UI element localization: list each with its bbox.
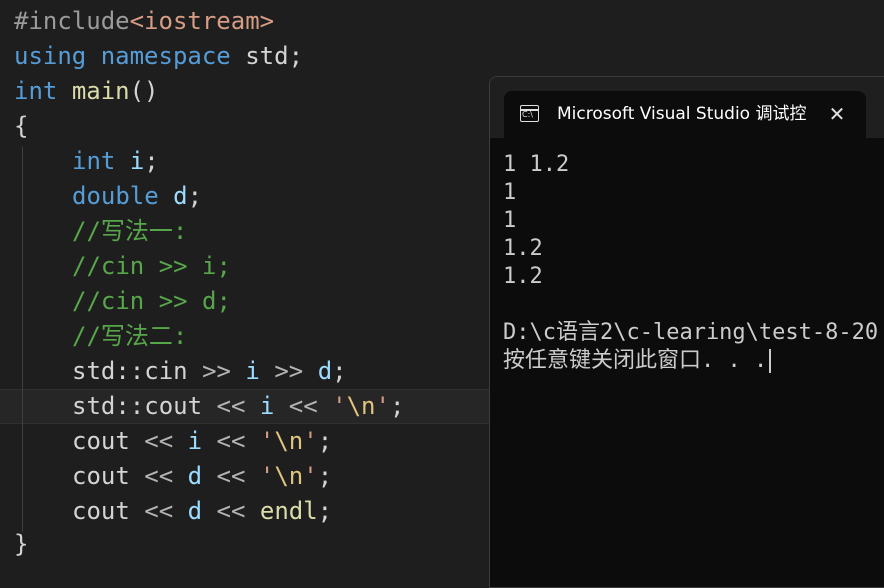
- char-quote: ': [303, 462, 318, 490]
- variable: d: [173, 182, 188, 210]
- parentheses: (): [129, 77, 159, 105]
- comment-line: //cin >> i;: [72, 252, 231, 280]
- function-name: main: [71, 77, 130, 105]
- close-brace: }: [14, 530, 29, 558]
- stream-object: cin: [144, 357, 188, 385]
- console-output-line: 1: [503, 208, 517, 233]
- char-quote: ': [303, 427, 318, 455]
- comment-line: //写法二:: [72, 322, 188, 350]
- namespace-name: std: [245, 42, 289, 70]
- variable: i: [245, 357, 260, 385]
- console-output-line: 1.2: [503, 264, 543, 289]
- operator: <<: [144, 497, 174, 525]
- code-line-11: std::cin >> i >> d;: [72, 354, 347, 389]
- escape-sequence: \n: [274, 462, 304, 490]
- semicolon: ;: [317, 462, 333, 490]
- operator: <<: [144, 462, 174, 490]
- code-line-6: double d;: [72, 179, 202, 214]
- title-bar[interactable]: C:\ Microsoft Visual Studio 调试控制台 ✕: [490, 77, 884, 138]
- keyword: using: [14, 42, 87, 70]
- keyword: namespace: [100, 42, 231, 70]
- open-brace: {: [14, 112, 29, 140]
- comment-line: //cin >> d;: [72, 287, 231, 315]
- variable: i: [129, 147, 145, 175]
- code-line-16: }: [14, 527, 28, 562]
- operator: <<: [216, 427, 246, 455]
- semicolon: ;: [187, 182, 203, 210]
- code-line-5: int i;: [72, 144, 159, 179]
- endl-manipulator: endl: [259, 497, 318, 525]
- console-output-line: 1 1.2: [503, 152, 570, 177]
- code-line-14: cout << d << '\n';: [72, 459, 332, 494]
- stream-object: cout: [72, 427, 130, 455]
- variable: d: [187, 462, 203, 490]
- operator: <<: [216, 497, 246, 525]
- namespace-qualifier: std::: [72, 357, 145, 385]
- semicolon: ;: [317, 427, 333, 455]
- operator: <<: [216, 392, 246, 420]
- indent-guide: [22, 147, 23, 532]
- escape-sequence: \n: [346, 392, 376, 420]
- console-output-line: D:\c语言2\c-learing\test-8-20: [503, 320, 879, 345]
- keyword: double: [72, 182, 159, 210]
- variable: i: [259, 392, 275, 420]
- char-quote: ': [259, 427, 275, 455]
- keyword: int: [72, 147, 116, 175]
- code-line-2: using namespace std;: [14, 39, 303, 74]
- semicolon: ;: [144, 147, 159, 175]
- code-line-13: cout << i << '\n';: [72, 424, 332, 459]
- press-any-key-text: 按任意键关闭此窗口. . .: [503, 348, 768, 373]
- code-line-4: {: [14, 109, 28, 144]
- escape-sequence: \n: [274, 427, 304, 455]
- char-quote: ': [259, 462, 275, 490]
- console-prompt-line: 按任意键关闭此窗口. . .: [503, 347, 772, 375]
- code-line-3: int main(): [14, 74, 159, 109]
- semicolon: ;: [317, 497, 333, 525]
- semicolon: ;: [288, 42, 304, 70]
- comment-line: //写法一:: [72, 217, 188, 245]
- code-line-12: std::cout << i << '\n';: [72, 389, 404, 424]
- variable: i: [187, 427, 203, 455]
- char-quote: ': [375, 392, 390, 420]
- stream-object: cout: [72, 462, 130, 490]
- window-title: Microsoft Visual Studio 调试控制台: [557, 104, 807, 124]
- variable: d: [317, 357, 333, 385]
- text-cursor: [769, 349, 772, 373]
- operator: >>: [274, 357, 304, 385]
- code-line-1: #include<iostream>: [14, 4, 274, 39]
- preprocessor-directive: #include: [14, 7, 130, 35]
- semicolon: ;: [389, 392, 405, 420]
- stream-object: cout: [72, 497, 130, 525]
- stream-object: cout: [144, 392, 203, 420]
- operator: <<: [216, 462, 246, 490]
- console-output-line: 1.2: [503, 236, 543, 261]
- operator: >>: [202, 357, 231, 385]
- console-icon: C:\: [520, 105, 539, 122]
- console-output-line: 1: [503, 180, 517, 205]
- operator: <<: [288, 392, 318, 420]
- code-line-15: cout << d << endl;: [72, 494, 332, 529]
- variable: d: [187, 497, 203, 525]
- char-quote: ': [332, 392, 347, 420]
- include-header: <iostream>: [129, 7, 275, 35]
- console-tab[interactable]: C:\ Microsoft Visual Studio 调试控制台 ✕: [504, 91, 866, 138]
- operator: <<: [144, 427, 174, 455]
- keyword: int: [14, 77, 58, 105]
- namespace-qualifier: std::: [72, 392, 145, 420]
- semicolon: ;: [332, 357, 347, 385]
- close-icon[interactable]: ✕: [824, 101, 850, 127]
- debug-console-window[interactable]: C:\ Microsoft Visual Studio 调试控制台 ✕ 1 1.…: [489, 76, 884, 588]
